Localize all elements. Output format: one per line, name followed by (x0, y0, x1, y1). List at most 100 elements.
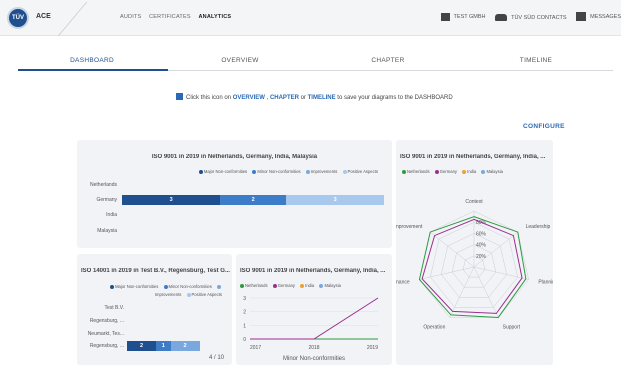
category-label: India (106, 212, 117, 218)
legend-dot (252, 169, 257, 174)
hint-overview: OVERVIEW (232, 95, 265, 101)
tab-chapter[interactable]: CHAPTER (314, 57, 462, 64)
category-label: Regensburg, ... (89, 318, 124, 324)
legend-label: Germany (439, 169, 457, 174)
chart-legend: Major Non-conformities Minor Non-conform… (195, 169, 378, 174)
category-label: Malaysia (97, 228, 117, 234)
category-label: Test B.V. (104, 305, 124, 311)
bar-segment[interactable]: 1 (156, 341, 171, 351)
view-tabs: DASHBOARD OVERVIEW CHAPTER TIMELINE (18, 53, 613, 71)
radar-axis-label: Operation (423, 324, 445, 330)
legend-dot (305, 169, 310, 174)
radar-axis-label: Leadership (526, 224, 551, 230)
radar-axis-label: Planning (538, 280, 553, 286)
legend-label: Netherlands (245, 283, 268, 288)
line-chart: 0 1 2 3 2017 2018 2019 (243, 296, 379, 351)
y-tick-label: 2 (243, 310, 246, 316)
card-iso9001-bar[interactable]: ISO 9001 in 2019 in Netherlands, Germany… (77, 140, 392, 248)
people-icon (495, 14, 508, 21)
app-name: ACE (36, 13, 51, 20)
main-nav: AUDITS CERTIFICATES ANALYTICS (120, 14, 237, 20)
contacts-link[interactable]: TÜV SÜD CONTACTS (495, 14, 567, 21)
card-title: ISO 14001 in 2019 in Test B.V., Regensbu… (81, 268, 230, 274)
legend-dot (319, 283, 324, 288)
line-series-germany[interactable] (250, 297, 379, 340)
messages-link[interactable]: MESSAGES (576, 12, 621, 21)
y-tick-label: 1 (243, 323, 246, 329)
legend-label: India (467, 169, 477, 174)
tab-timeline[interactable]: TIMELINE (462, 57, 610, 64)
bar-segment[interactable]: 2 (220, 195, 286, 205)
tab-overview[interactable]: OVERVIEW (166, 57, 314, 64)
card-iso14001-bar[interactable]: ISO 14001 in 2019 in Test B.V., Regensbu… (77, 254, 232, 365)
radar-series-netherlands[interactable] (418, 216, 527, 318)
chart-legend: Major Non-conformities Minor Non-conform… (87, 283, 222, 299)
dashboard-hint: Click this icon on OVERVIEW , CHAPTER or… (176, 93, 453, 101)
legend-dot (462, 169, 467, 174)
radar-spoke (473, 266, 499, 318)
hint-timeline: TIMELINE (307, 95, 336, 101)
legend-label: Minor Non-conformities (257, 169, 301, 174)
bar-segment[interactable]: 3 (122, 195, 221, 205)
card-title: ISO 9001 in 2019 in Netherlands, Germany… (400, 154, 546, 160)
header-right: TEST GMBH TÜV SÜD CONTACTS MESSAGES (440, 12, 621, 23)
nav-analytics[interactable]: ANALYTICS (198, 14, 231, 20)
chart-legend: Netherlands Germany India Malaysia (240, 283, 341, 288)
tuv-logo[interactable]: TÜV (7, 7, 29, 29)
top-bar: TÜV ACE AUDITS CERTIFICATES ANALYTICS TE… (0, 0, 621, 36)
radar-spoke (449, 266, 475, 318)
x-tick-label: 2018 (308, 345, 319, 351)
bar-segment[interactable]: 2 (127, 341, 156, 351)
radar-axis-label: Performance (396, 280, 410, 286)
card-title: ISO 9001 in 2019 in Netherlands, Germany… (151, 154, 318, 160)
category-label: Germany (96, 197, 117, 203)
x-tick-label: 2019 (367, 345, 378, 351)
company-link[interactable]: TEST GMBH (440, 13, 486, 21)
radar-tick-label: 60% (476, 231, 487, 237)
bar-segment[interactable]: 3 (286, 195, 385, 205)
legend-dot (342, 169, 347, 174)
legend-label: Positive Aspects (347, 169, 379, 174)
radar-tick-label: 20% (476, 254, 487, 260)
header-divider (57, 2, 88, 36)
tab-dashboard[interactable]: DASHBOARD (18, 57, 166, 64)
hint-text-pre: Click this icon on (186, 95, 233, 101)
bar-segment[interactable]: 2 (170, 341, 200, 351)
radar-axis-label: Improvement (396, 224, 423, 230)
y-tick-label: 3 (243, 296, 246, 302)
legend-label: Malaysia (324, 283, 341, 288)
card-iso9001-line[interactable]: ISO 9001 in 2019 in Netherlands, Germany… (236, 254, 392, 365)
legend-label: Malaysia (486, 169, 503, 174)
hint-or: or (298, 95, 308, 101)
legend-dot (217, 284, 221, 289)
active-tab-indicator (18, 69, 168, 71)
legend-label: Major Non-conformities (115, 284, 159, 289)
legend-dot (300, 283, 305, 288)
legend-dot (481, 169, 486, 174)
legend-label: Major Non-conformities (203, 169, 248, 174)
hint-text-post: to save your diagrams to the DASHBOARD (335, 95, 453, 101)
y-tick-label: 0 (243, 337, 246, 343)
pagination[interactable]: 4 / 10 (209, 355, 224, 361)
category-label: Netherlands (90, 182, 117, 188)
hint-chapter: CHAPTER (269, 95, 299, 101)
legend-dot (240, 283, 244, 288)
nav-certificates[interactable]: CERTIFICATES (149, 14, 191, 20)
save-to-dashboard-icon (176, 93, 183, 100)
x-tick-label: 2017 (250, 345, 261, 351)
legend-label: Minor Non-conformities (168, 284, 212, 289)
legend-dot (110, 284, 115, 289)
legend-label: Netherlands (407, 169, 430, 174)
legend-label: Improvements (310, 169, 338, 174)
category-label: Neumarkt, Tes... (87, 331, 124, 337)
nav-audits[interactable]: AUDITS (120, 14, 141, 20)
legend-label: Germany (277, 283, 295, 288)
card-title: ISO 9001 in 2019 in Netherlands, Germany… (240, 268, 386, 274)
legend-dot (272, 283, 277, 288)
card-iso9001-radar[interactable]: ISO 9001 in 2019 in Netherlands, Germany… (396, 140, 553, 365)
legend-dot (163, 284, 168, 289)
building-icon (440, 13, 450, 21)
legend-dot (186, 292, 191, 297)
legend-dot (434, 169, 439, 174)
configure-button[interactable]: CONFIGURE (523, 123, 565, 130)
